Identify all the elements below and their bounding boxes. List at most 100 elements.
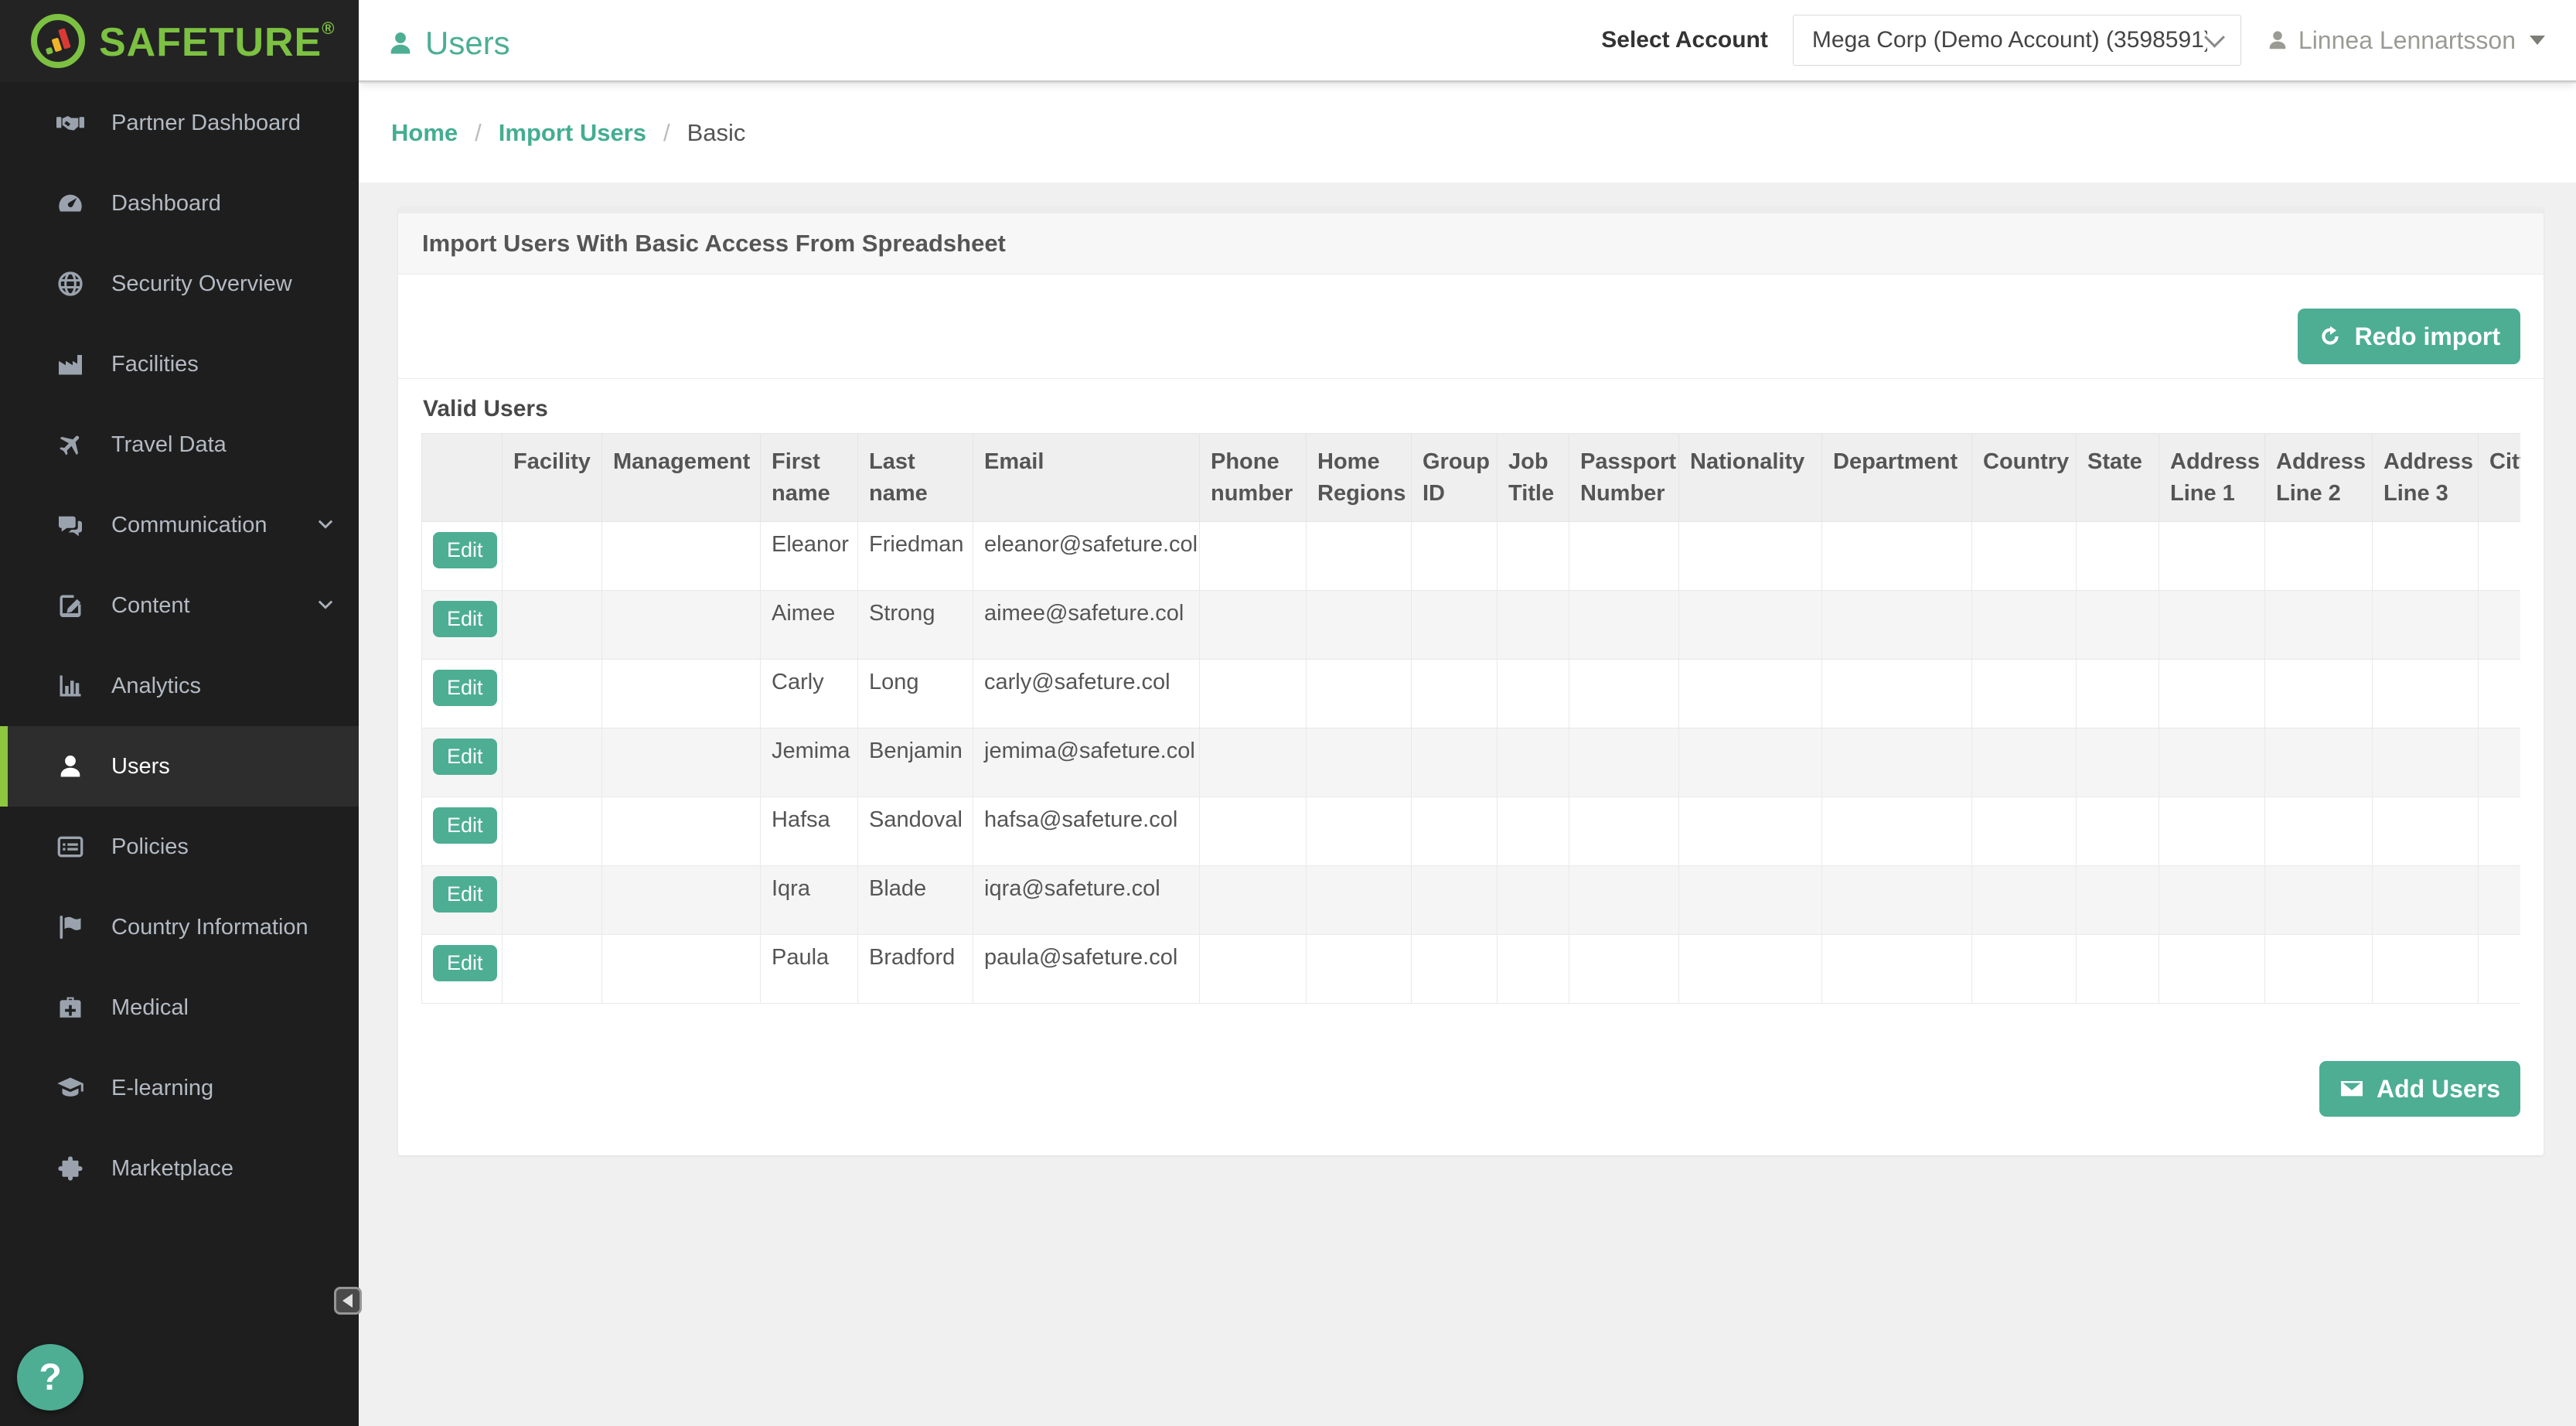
email-cell: jemima@safeture.col	[973, 728, 1200, 797]
topbar: Users Select Account Mega Corp (Demo Acc…	[359, 0, 2576, 82]
column-header-last-name: Last name	[858, 434, 973, 522]
column-header-home-regions: Home Regions	[1307, 434, 1412, 522]
country-cell	[1972, 866, 2077, 935]
sidebar-item-facilities[interactable]: Facilities	[0, 324, 359, 404]
address-line-3-cell	[2373, 728, 2479, 797]
department-cell	[1822, 935, 1972, 1004]
sidebar-item-policies[interactable]: Policies	[0, 807, 359, 887]
sidebar-item-marketplace[interactable]: Marketplace	[0, 1128, 359, 1209]
column-header-address-line-2: Address Line 2	[2265, 434, 2373, 522]
users-icon	[387, 29, 414, 57]
table-row: EditCarlyLongcarly@safeture.col	[422, 660, 2521, 728]
sidebar-item-dashboard[interactable]: Dashboard	[0, 163, 359, 244]
edit-button[interactable]: Edit	[433, 532, 497, 568]
sidebar-item-security-overview[interactable]: Security Overview	[0, 244, 359, 324]
state-cell	[2077, 797, 2159, 866]
address-line-1-cell	[2159, 797, 2265, 866]
address-line-2-cell	[2265, 866, 2373, 935]
state-cell	[2077, 591, 2159, 660]
help-button[interactable]: ?	[17, 1344, 83, 1411]
state-cell	[2077, 935, 2159, 1004]
job-title-cell	[1498, 591, 1569, 660]
safeture-logo-icon	[29, 12, 87, 70]
facility-cell	[503, 728, 602, 797]
address-line-3-cell	[2373, 866, 2479, 935]
last-name-cell: Blade	[858, 866, 973, 935]
facility-cell	[503, 935, 602, 1004]
sidebar-item-analytics[interactable]: Analytics	[0, 646, 359, 726]
address-line-1-cell	[2159, 591, 2265, 660]
country-cell	[1972, 935, 2077, 1004]
sidebar-item-travel-data[interactable]: Travel Data	[0, 404, 359, 485]
column-header-actions	[422, 434, 503, 522]
page-title: Users	[387, 25, 510, 62]
column-header-country: Country	[1972, 434, 2077, 522]
edit-button[interactable]: Edit	[433, 807, 497, 844]
department-cell	[1822, 591, 1972, 660]
divider	[398, 378, 2544, 379]
first-name-cell: Aimee	[761, 591, 858, 660]
edit-button[interactable]: Edit	[433, 876, 497, 913]
valid-users-table-container: FacilityManagementFirst nameLast nameEma…	[421, 433, 2520, 1004]
nationality-cell	[1679, 866, 1822, 935]
refresh-icon	[2318, 324, 2343, 349]
person-icon	[53, 752, 88, 780]
address-line-3-cell	[2373, 935, 2479, 1004]
address-line-2-cell	[2265, 660, 2373, 728]
table-row: EditPaulaBradfordpaula@safeture.col	[422, 935, 2521, 1004]
user-menu[interactable]: Linnea Lennartsson	[2266, 26, 2545, 55]
graduation-cap-icon	[53, 1074, 88, 1102]
valid-users-table: FacilityManagementFirst nameLast nameEma…	[421, 433, 2520, 1004]
address-line-2-cell	[2265, 591, 2373, 660]
sidebar-item-e-learning[interactable]: E-learning	[0, 1048, 359, 1128]
state-cell	[2077, 522, 2159, 591]
sidebar-item-medical[interactable]: Medical	[0, 967, 359, 1048]
phone-number-cell	[1200, 797, 1307, 866]
address-line-1-cell	[2159, 728, 2265, 797]
redo-import-button[interactable]: Redo import	[2298, 309, 2520, 364]
user-icon	[2266, 29, 2289, 52]
collapse-arrow-icon	[342, 1294, 353, 1308]
city-cell	[2479, 591, 2521, 660]
job-title-cell	[1498, 797, 1569, 866]
add-users-button[interactable]: Add Users	[2319, 1061, 2520, 1117]
select-caret-icon	[2204, 26, 2225, 47]
edit-cell: Edit	[422, 935, 503, 1004]
edit-cell: Edit	[422, 728, 503, 797]
breadcrumb-home[interactable]: Home	[391, 119, 458, 147]
sidebar: SAFETURE® Partner Dashboard Dashboard Se…	[0, 0, 359, 1426]
caret-down-icon	[2530, 36, 2545, 45]
sidebar-item-users[interactable]: Users	[0, 726, 359, 807]
account-select[interactable]: Mega Corp (Demo Account) (3598591)	[1793, 15, 2241, 66]
nationality-cell	[1679, 660, 1822, 728]
sidebar-item-communication[interactable]: Communication	[0, 485, 359, 565]
edit-pencil-icon	[53, 592, 88, 619]
user-name: Linnea Lennartsson	[2298, 26, 2516, 55]
passport-number-cell	[1569, 728, 1679, 797]
column-header-job-title: Job Title	[1498, 434, 1569, 522]
edit-button[interactable]: Edit	[433, 670, 497, 706]
sidebar-item-content[interactable]: Content	[0, 565, 359, 646]
home-regions-cell	[1307, 660, 1412, 728]
sidebar-item-partner-dashboard[interactable]: Partner Dashboard	[0, 83, 359, 163]
group-id-cell	[1412, 728, 1498, 797]
country-cell	[1972, 797, 2077, 866]
department-cell	[1822, 797, 1972, 866]
address-line-1-cell	[2159, 866, 2265, 935]
edit-cell: Edit	[422, 660, 503, 728]
safeture-logo[interactable]: SAFETURE®	[0, 0, 359, 82]
sidebar-collapse-button[interactable]	[334, 1287, 362, 1315]
breadcrumb-import-users[interactable]: Import Users	[499, 119, 646, 147]
column-header-management: Management	[602, 434, 761, 522]
department-cell	[1822, 728, 1972, 797]
column-header-department: Department	[1822, 434, 1972, 522]
edit-button[interactable]: Edit	[433, 945, 497, 981]
content-area: Import Users With Basic Access From Spre…	[359, 183, 2576, 1426]
city-cell	[2479, 660, 2521, 728]
edit-button[interactable]: Edit	[433, 739, 497, 775]
table-row: EditEleanorFriedmaneleanor@safeture.col	[422, 522, 2521, 591]
edit-button[interactable]: Edit	[433, 601, 497, 637]
column-header-facility: Facility	[503, 434, 602, 522]
last-name-cell: Benjamin	[858, 728, 973, 797]
sidebar-item-country-information[interactable]: Country Information	[0, 887, 359, 967]
